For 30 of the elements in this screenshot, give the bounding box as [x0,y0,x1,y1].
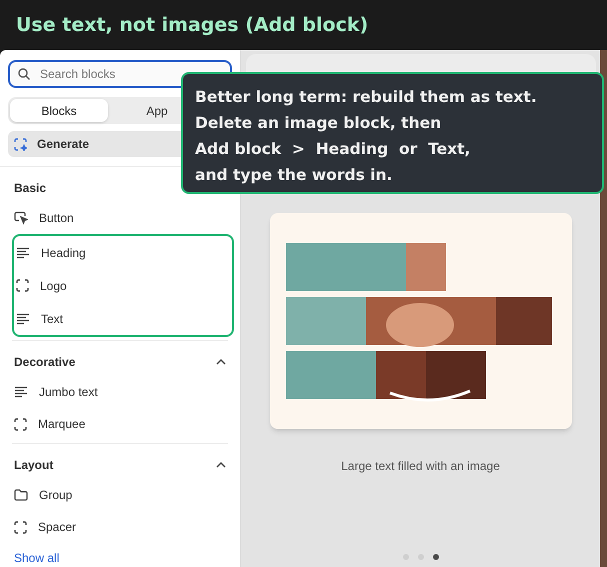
text-lines-icon [16,312,30,325]
section-title: Decorative [14,354,76,371]
callout-text: Delete an image block, then [195,113,442,134]
frame-icon [14,520,27,534]
text-lines-icon [16,246,30,259]
section-title: Layout [14,456,54,474]
cursor-icon [14,211,28,226]
block-item[interactable]: Heading [14,236,232,270]
search-icon [18,68,30,80]
show-all-link[interactable]: Show all [8,549,66,567]
block-item[interactable]: Text [14,302,232,336]
folder-icon [14,489,28,502]
block-item[interactable]: Button [8,202,232,234]
tab[interactable]: Blocks [10,99,108,122]
callout-text: and type the words in. [195,165,394,186]
block-item[interactable]: Jumbo text [8,376,232,408]
frame-icon [16,279,29,292]
section-title: Basic [14,180,46,197]
text-lines-icon [14,386,28,398]
preview-caption: Large text filled with an image [341,458,500,475]
banner-title: Use text, not images (Add block) [16,12,368,38]
block-item[interactable]: Logo [14,269,232,302]
block-item[interactable]: Marquee [8,408,232,440]
frame-icon [14,418,27,431]
chevron-icon[interactable] [216,462,226,468]
block-item[interactable]: Spacer [8,511,232,543]
callout-text: Better long term: rebuild them as text. [195,87,538,108]
chevron-icon[interactable] [216,358,226,365]
block-item[interactable]: Group [8,479,232,512]
sparkle-frame-icon [14,138,27,151]
